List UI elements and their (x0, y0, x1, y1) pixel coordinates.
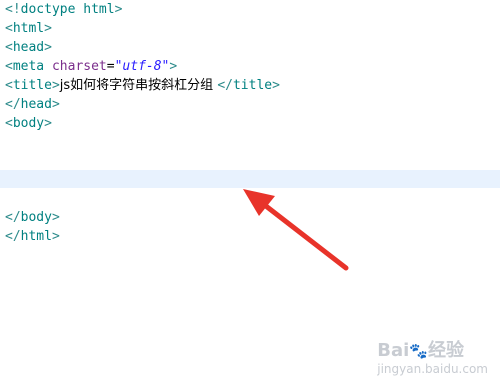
watermark-brand-suffix: 经验 (427, 340, 464, 361)
watermark-url: jingyan.baidu.com (377, 362, 488, 376)
baidu-watermark: Bai🐾经验 jingyan.baidu.com (377, 336, 488, 376)
paw-icon: 🐾 (409, 342, 428, 360)
red-arrow-icon (243, 189, 349, 271)
watermark-brand: Bai (377, 340, 410, 361)
